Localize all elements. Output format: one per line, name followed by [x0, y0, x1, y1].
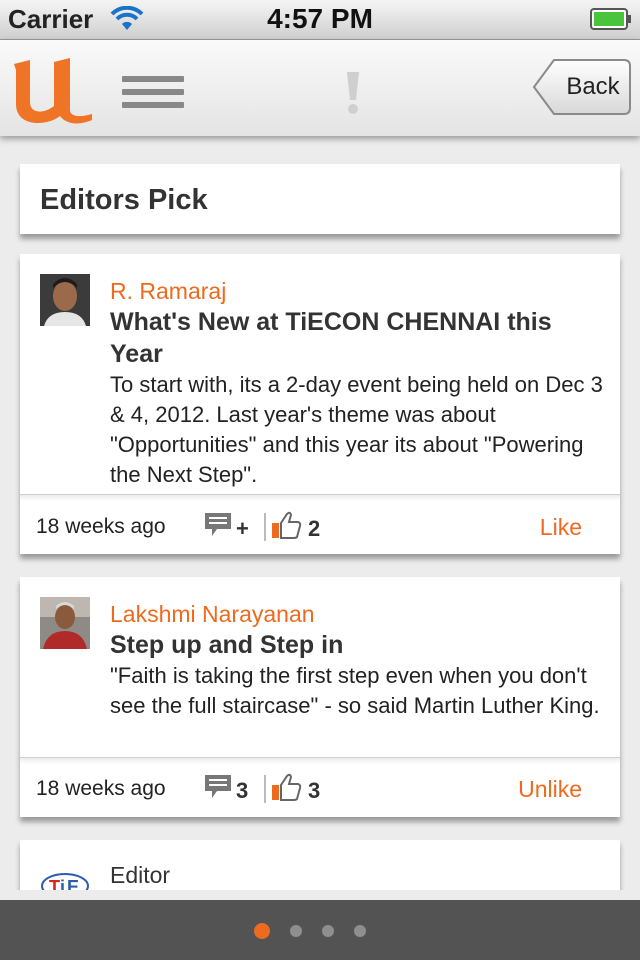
back-button[interactable]: Back — [532, 58, 632, 116]
post-title-line: Year — [110, 340, 163, 368]
like-count: 2 — [308, 516, 321, 541]
status-bar: Carrier 4:57 PM — [0, 0, 640, 40]
post-excerpt: "Faith is taking the first step even whe… — [110, 663, 600, 718]
post-card[interactable]: Lakshmi Narayanan Step up and Step in "F… — [20, 577, 620, 817]
footer-shade — [20, 495, 620, 501]
comment-count: 3 — [236, 778, 249, 803]
page-dot-1[interactable] — [254, 923, 270, 939]
hamburger-menu-icon[interactable] — [122, 76, 184, 110]
author-name[interactable]: Editor — [110, 862, 170, 889]
comment-icon[interactable] — [204, 512, 232, 538]
author-avatar — [40, 597, 90, 649]
section-title: Editors Pick — [40, 184, 208, 216]
battery-icon — [590, 8, 631, 30]
thumbs-up-icon[interactable] — [270, 510, 302, 540]
post-card[interactable]: R. Ramaraj What's New at TiECON CHENNAI … — [20, 254, 620, 554]
svg-text:E: E — [67, 877, 79, 890]
svg-text:i: i — [60, 877, 65, 890]
author-name[interactable]: Lakshmi Narayanan — [110, 601, 315, 628]
stats-separator — [264, 775, 266, 803]
post-excerpt: To start with, its a 2-day event being h… — [110, 372, 603, 487]
tie-logo-icon: T i E — [41, 873, 89, 890]
author-avatar — [40, 274, 90, 326]
section-header: Editors Pick — [20, 164, 620, 234]
back-label: Back — [566, 73, 620, 100]
status-time: 4:57 PM — [267, 3, 373, 34]
thumbs-up-icon[interactable] — [270, 772, 302, 802]
page-dot-2[interactable] — [290, 925, 302, 937]
post-title[interactable]: What's New at TiECON CHENNAI this Year — [110, 306, 610, 370]
comment-icon[interactable] — [204, 774, 232, 800]
post-title[interactable]: Step up and Step in — [110, 629, 610, 661]
nav-bar: Back — [0, 40, 640, 136]
page-control — [0, 900, 640, 960]
post-card[interactable]: T i E Editor — [20, 840, 620, 890]
svg-text:T: T — [49, 877, 60, 890]
like-button[interactable]: Like — [540, 514, 582, 541]
stats-separator — [264, 513, 266, 541]
page-dot-3[interactable] — [322, 925, 334, 937]
comment-count: + — [236, 516, 249, 541]
post-time: 18 weeks ago — [36, 515, 166, 538]
page-dot-4[interactable] — [354, 925, 366, 937]
exclamation-icon[interactable] — [340, 70, 366, 116]
author-name[interactable]: R. Ramaraj — [110, 278, 226, 305]
post-time: 18 weeks ago — [36, 777, 166, 800]
u-logo-icon[interactable] — [8, 48, 98, 126]
post-title-line: What's New at TiECON CHENNAI this — [110, 308, 552, 336]
footer-shade — [20, 758, 620, 764]
content-area: Editors Pick R. Ramaraj What's New at Ti… — [0, 136, 640, 890]
like-count: 3 — [308, 778, 321, 803]
unlike-button[interactable]: Unlike — [518, 776, 582, 803]
